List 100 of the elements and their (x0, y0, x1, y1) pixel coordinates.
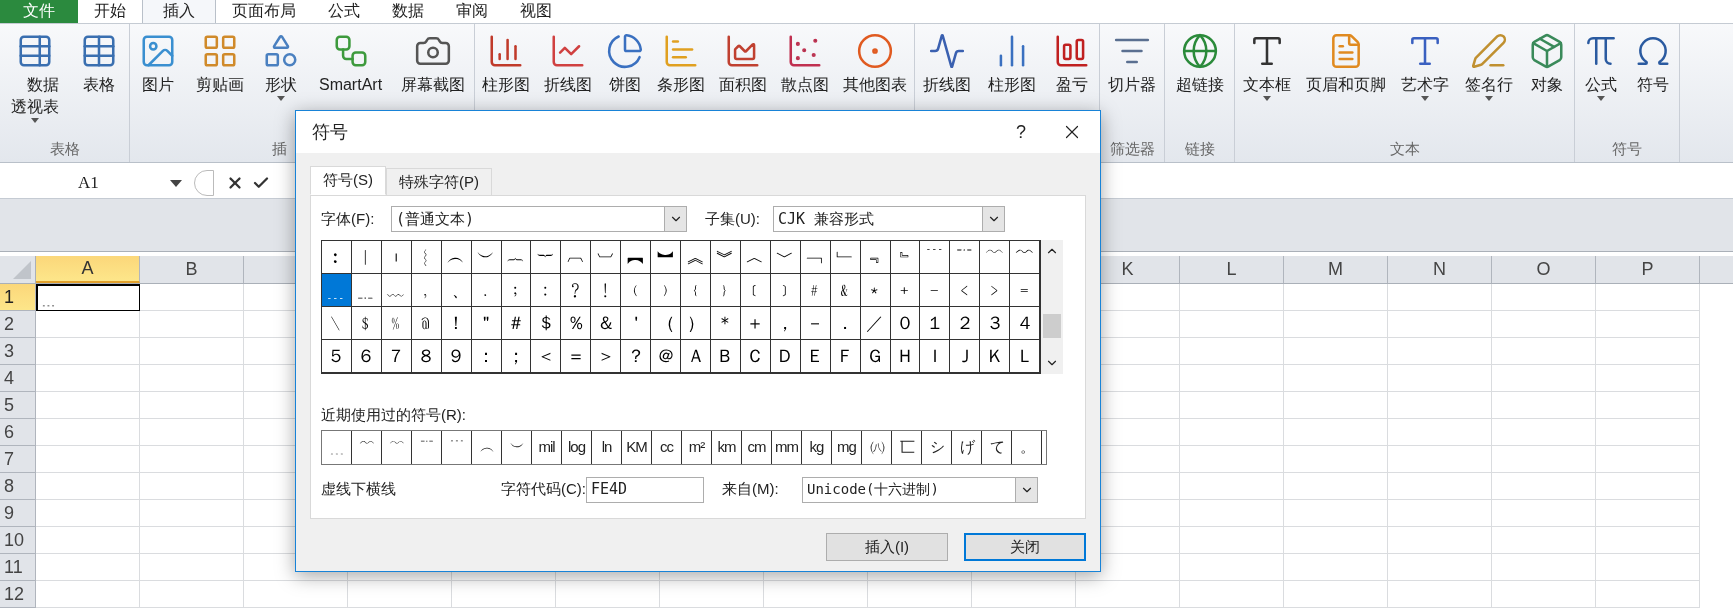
ribbon-button[interactable]: 对象 (1526, 32, 1569, 138)
ribbon-tab[interactable]: 页面布局 (216, 0, 312, 23)
cell[interactable] (1492, 581, 1596, 608)
char-code-field[interactable]: FE4D (586, 476, 704, 503)
ribbon-button[interactable]: 公式 (1580, 32, 1622, 138)
symbol-cell[interactable]: ， (770, 307, 801, 340)
cell[interactable] (1284, 419, 1388, 446)
ribbon-button[interactable]: 柱形图 (479, 32, 532, 138)
symbol-cell[interactable]: ﹁ (800, 241, 831, 274)
symbol-cell[interactable]: ﹔ (501, 274, 532, 307)
symbol-cell[interactable]: ＜ (531, 340, 562, 373)
cell[interactable] (1596, 365, 1700, 392)
ribbon-button[interactable]: 超链接 (1173, 32, 1226, 138)
scrollbar[interactable] (1041, 240, 1063, 374)
cell[interactable] (140, 419, 244, 446)
cell[interactable] (1596, 554, 1700, 581)
cell[interactable] (36, 500, 140, 527)
ribbon-button[interactable]: 折线图 (921, 32, 974, 138)
symbol-cell[interactable]: ︴ (411, 241, 442, 274)
symbol-cell[interactable]: ＠ (651, 340, 682, 373)
column-header[interactable]: L (1180, 256, 1284, 283)
cell[interactable] (1492, 284, 1596, 311)
symbol-cell[interactable]: ﹩ (351, 307, 382, 340)
symbol-cell[interactable]: ﹣ (920, 274, 951, 307)
symbol-cell[interactable]: ︽ (681, 241, 711, 274)
symbol-cell[interactable]: ﹦ (1010, 274, 1041, 307)
cell[interactable] (1596, 581, 1700, 608)
ribbon-button[interactable]: 折线图 (541, 32, 594, 138)
cell[interactable] (140, 284, 244, 311)
symbol-cell[interactable]: ３ (980, 307, 1011, 340)
symbol-cell[interactable]: ﹏ (381, 274, 412, 307)
cell[interactable] (140, 338, 244, 365)
symbol-cell[interactable]: ﹪ (381, 307, 412, 340)
ribbon-tab[interactable]: 视图 (504, 0, 568, 23)
cell[interactable] (1284, 392, 1388, 419)
ribbon-button[interactable]: 艺术字 (1399, 32, 1452, 138)
cell[interactable] (1180, 473, 1284, 500)
column-header[interactable]: N (1388, 256, 1492, 283)
symbol-cell[interactable]: ﹨ (322, 307, 352, 340)
cell[interactable] (764, 581, 868, 608)
column-header[interactable]: M (1284, 256, 1388, 283)
symbol-cell[interactable]: ︱ (351, 241, 382, 274)
symbol-cell[interactable]: Ｆ (830, 340, 861, 373)
symbol-cell[interactable]: ？ (621, 340, 652, 373)
row-header[interactable]: 9 (0, 500, 36, 527)
row-header[interactable]: 7 (0, 446, 36, 473)
row-header[interactable]: 5 (0, 392, 36, 419)
row-header[interactable]: 12 (0, 581, 36, 608)
symbol-cell[interactable]: ＄ (531, 307, 562, 340)
dialog-button[interactable]: 插入(I) (826, 533, 948, 561)
symbol-cell[interactable]: ﹋ (980, 241, 1011, 274)
ribbon-button[interactable]: 形状 (260, 32, 303, 138)
from-dropdown[interactable]: Unicode(十六进制) (802, 476, 1038, 503)
cell[interactable] (1492, 419, 1596, 446)
ribbon-button[interactable]: 其他图表 (841, 32, 909, 138)
row-header[interactable]: 6 (0, 419, 36, 446)
ribbon-tab[interactable]: 审阅 (440, 0, 504, 23)
symbol-cell[interactable]: ﹤ (950, 274, 981, 307)
cell[interactable] (36, 446, 140, 473)
symbol-cell[interactable]: （ (651, 307, 682, 340)
cell[interactable] (1284, 365, 1388, 392)
cell[interactable] (140, 446, 244, 473)
symbol-cell[interactable]: ＆ (591, 307, 622, 340)
cell[interactable] (36, 365, 140, 392)
cell[interactable] (140, 311, 244, 338)
cell[interactable] (140, 527, 244, 554)
cell[interactable] (36, 311, 140, 338)
cell[interactable] (36, 419, 140, 446)
symbol-cell[interactable]: ﹐ (411, 274, 442, 307)
cell[interactable] (1492, 527, 1596, 554)
cell[interactable] (1284, 527, 1388, 554)
ribbon-button[interactable]: 盈亏 (1050, 32, 1093, 138)
symbol-cell[interactable]: ︾ (711, 241, 741, 274)
cell[interactable] (1596, 419, 1700, 446)
row-header[interactable]: 4 (0, 365, 36, 392)
cell[interactable] (1284, 500, 1388, 527)
symbol-cell[interactable]: ﹑ (441, 274, 472, 307)
symbol-cell[interactable]: ︷ (501, 241, 532, 274)
symbol-cell[interactable]: Ａ (681, 340, 711, 373)
cell[interactable] (1388, 392, 1492, 419)
cell[interactable] (556, 581, 660, 608)
symbol-cell[interactable]: ４ (1010, 307, 1041, 340)
help-button[interactable]: ? (998, 116, 1044, 148)
scrollbar-thumb[interactable] (1043, 314, 1061, 338)
symbol-cell[interactable]: ﹌ (1010, 241, 1041, 274)
ribbon-button[interactable]: 页眉和页脚 (1304, 32, 1389, 138)
symbol-cell[interactable]: ﹟ (800, 274, 831, 307)
cell[interactable] (140, 365, 244, 392)
cancel-icon[interactable] (226, 174, 244, 192)
symbol-cell[interactable]: ﹞ (770, 274, 801, 307)
cell[interactable] (36, 581, 140, 608)
symbol-cell[interactable]: ﹊ (950, 241, 981, 274)
cell[interactable] (1388, 419, 1492, 446)
symbol-cell[interactable]: ﹝ (740, 274, 771, 307)
cell[interactable] (1180, 500, 1284, 527)
symbol-cell[interactable]: ﹎ (351, 274, 382, 307)
symbol-cell[interactable]: ６ (351, 340, 382, 373)
symbol-cell[interactable]: ﹗ (591, 274, 622, 307)
symbol-cell[interactable]: ﹜ (711, 274, 741, 307)
symbol-cell[interactable]: ﹀ (770, 241, 801, 274)
